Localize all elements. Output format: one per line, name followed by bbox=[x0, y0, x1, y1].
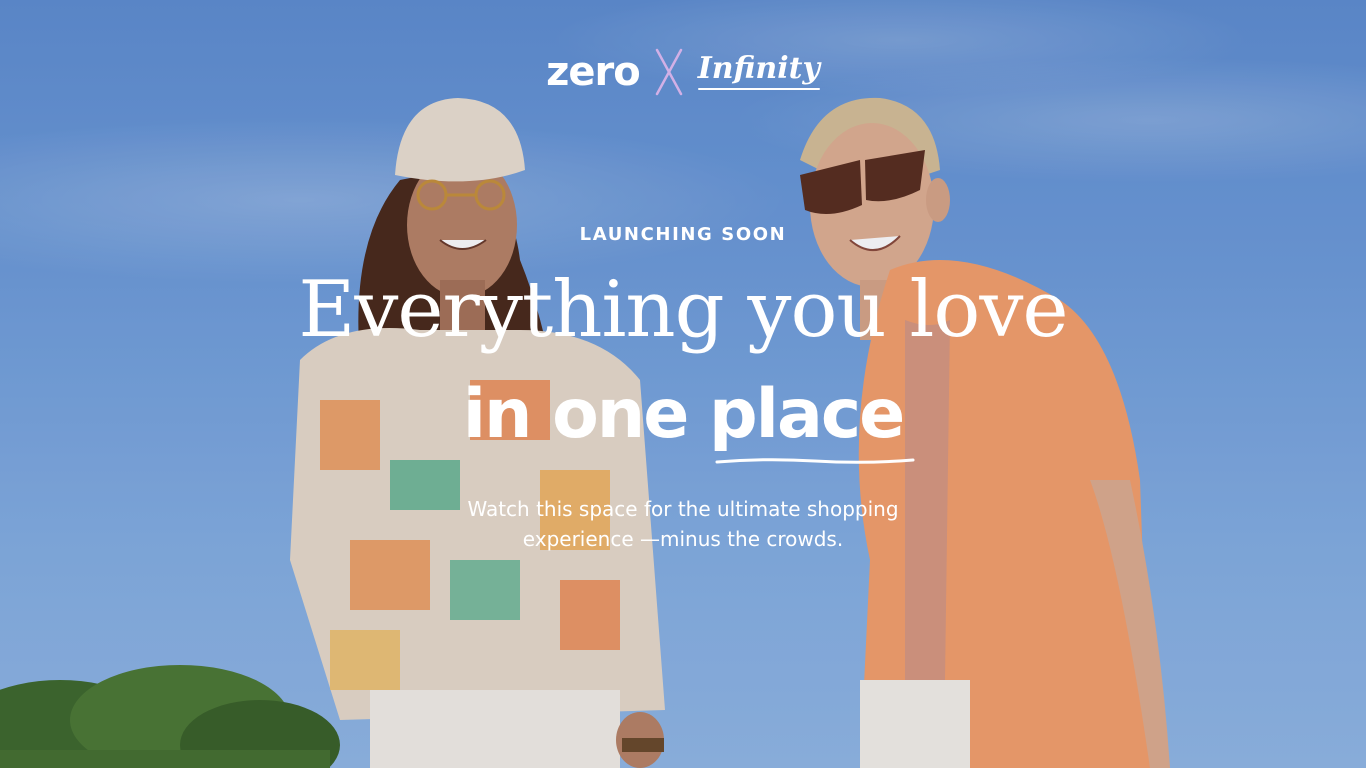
headline-line-2: in one place bbox=[0, 375, 1366, 464]
infinity-logo: Infinity bbox=[697, 54, 821, 90]
headline-accent-text: place bbox=[709, 375, 905, 454]
headline-line-2-prefix: in one bbox=[462, 375, 709, 454]
collab-x-icon bbox=[655, 48, 682, 96]
hero-subcopy: Watch this space for the ultimate shoppi… bbox=[0, 494, 1366, 554]
scribble-underline-icon bbox=[715, 458, 915, 464]
subcopy-line-2: experience —minus the crowds. bbox=[522, 527, 844, 551]
subcopy-line-1: Watch this space for the ultimate shoppi… bbox=[467, 497, 899, 521]
hero-section: zero Infinity LAUNCHING SOON Everything … bbox=[0, 0, 1366, 768]
brand-lockup: zero Infinity bbox=[0, 48, 1366, 96]
headline-line-1: Everything you love bbox=[298, 265, 1068, 355]
headline-accent-word: place bbox=[709, 375, 915, 464]
launching-soon-eyebrow: LAUNCHING SOON bbox=[579, 224, 787, 245]
zero-logo: zero bbox=[546, 49, 641, 95]
